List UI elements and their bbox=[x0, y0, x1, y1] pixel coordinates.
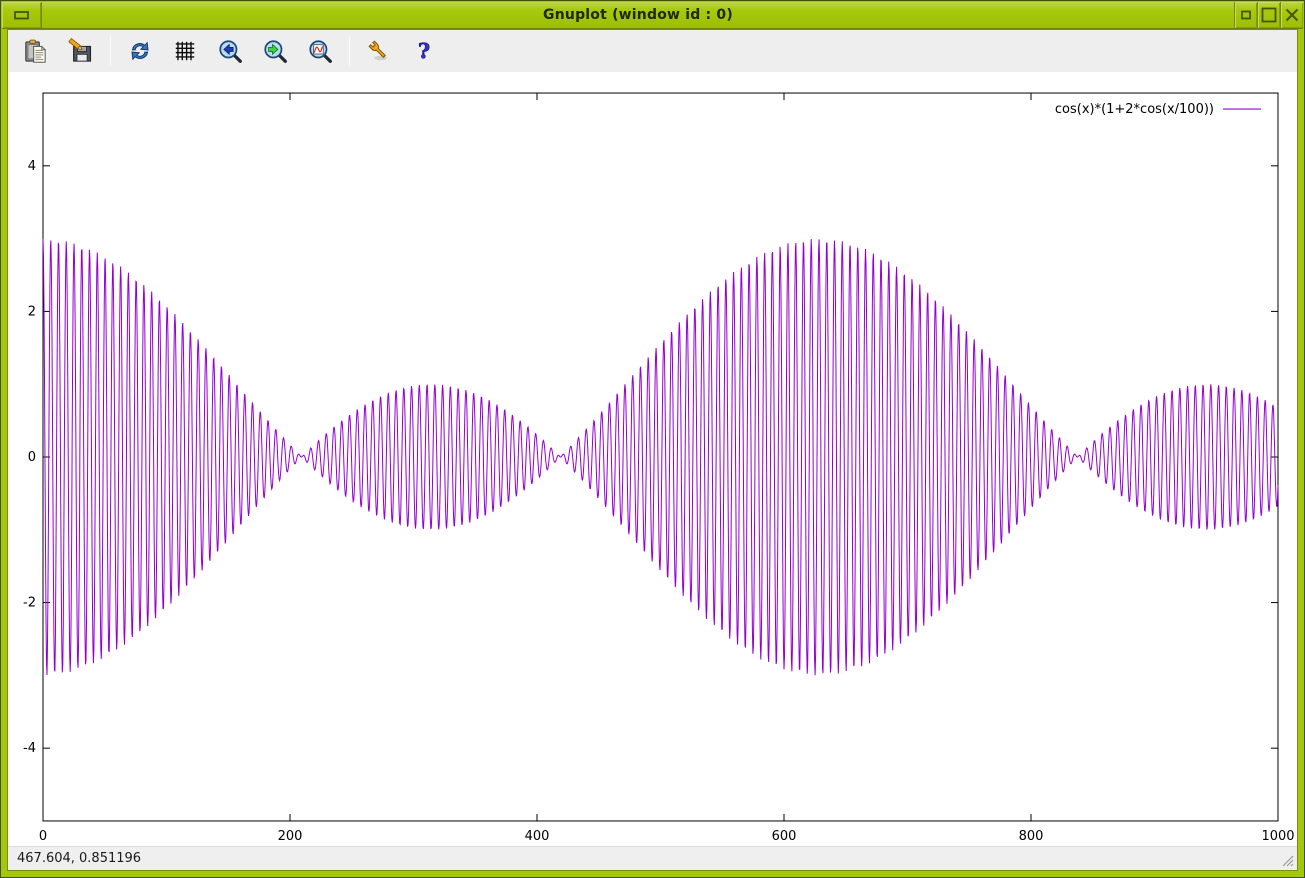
toolbar-separator bbox=[110, 36, 111, 66]
x-tick-label: 200 bbox=[278, 829, 303, 844]
resize-grip-icon[interactable] bbox=[1277, 850, 1295, 868]
maximize-button[interactable] bbox=[1257, 2, 1280, 28]
cursor-coordinates: 467.604, 0.851196 bbox=[17, 851, 141, 866]
close-icon bbox=[1281, 4, 1303, 26]
window-title: Gnuplot (window id : 0) bbox=[42, 2, 1234, 28]
toggle-grid-button[interactable] bbox=[169, 35, 201, 67]
toolbar-separator bbox=[349, 36, 350, 66]
close-button[interactable] bbox=[1280, 2, 1303, 28]
x-tick-label: 0 bbox=[39, 829, 47, 844]
help-button[interactable]: ? bbox=[408, 35, 440, 67]
legend-label: cos(x)*(1+2*cos(x/100)) bbox=[1055, 102, 1214, 117]
toolbar: ? bbox=[8, 30, 1297, 72]
window-menu-button[interactable] bbox=[2, 2, 42, 28]
settings-wrench-icon bbox=[366, 38, 392, 64]
gnuplot-window: Gnuplot (window id : 0) bbox=[0, 0, 1305, 878]
maximize-icon bbox=[1258, 4, 1280, 26]
window-content: ? 0 200 400 600 800 1000 -4 -2 0 2 4 cos(x)*(1+2*co… bbox=[7, 29, 1298, 871]
copy-to-clipboard-button[interactable] bbox=[20, 35, 52, 67]
window-menu-icon bbox=[11, 4, 33, 26]
function-curve bbox=[43, 239, 1278, 676]
replot-refresh-icon bbox=[127, 38, 153, 64]
plot-canvas[interactable]: 0 200 400 600 800 1000 -4 -2 0 2 4 cos(x)*(1+2*cos(… bbox=[8, 72, 1297, 846]
export-save-icon bbox=[68, 38, 95, 65]
zoom-previous-button[interactable] bbox=[214, 35, 246, 67]
x-tick-label: 400 bbox=[525, 829, 550, 844]
zoom-previous-icon bbox=[217, 38, 243, 64]
x-tick-label: 600 bbox=[772, 829, 797, 844]
replot-button[interactable] bbox=[124, 35, 156, 67]
y-tick-label: 0 bbox=[28, 450, 36, 465]
y-tick-label: -4 bbox=[23, 741, 36, 756]
help-icon: ? bbox=[411, 38, 437, 64]
titlebar[interactable]: Gnuplot (window id : 0) bbox=[2, 2, 1303, 29]
restore-zoom-button[interactable] bbox=[304, 35, 336, 67]
statusbar: 467.604, 0.851196 bbox=[8, 846, 1297, 870]
zoom-next-icon bbox=[262, 38, 288, 64]
zoom-next-button[interactable] bbox=[259, 35, 291, 67]
export-button[interactable] bbox=[65, 35, 97, 67]
minimize-button[interactable] bbox=[1234, 2, 1257, 28]
y-tick-label: 2 bbox=[28, 304, 36, 319]
clipboard-icon bbox=[23, 38, 50, 65]
x-tick-label: 1000 bbox=[1261, 829, 1294, 844]
svg-text:?: ? bbox=[418, 39, 430, 63]
plot-area: 0 200 400 600 800 1000 -4 -2 0 2 4 cos(x)*(1+2*cos(… bbox=[8, 72, 1297, 846]
y-tick-label: 4 bbox=[28, 159, 36, 174]
restore-zoom-icon bbox=[307, 38, 333, 64]
minimize-icon bbox=[1235, 4, 1257, 26]
x-tick-label: 800 bbox=[1019, 829, 1044, 844]
settings-button[interactable] bbox=[363, 35, 395, 67]
y-tick-label: -2 bbox=[23, 596, 36, 611]
grid-toggle-icon bbox=[172, 38, 198, 64]
